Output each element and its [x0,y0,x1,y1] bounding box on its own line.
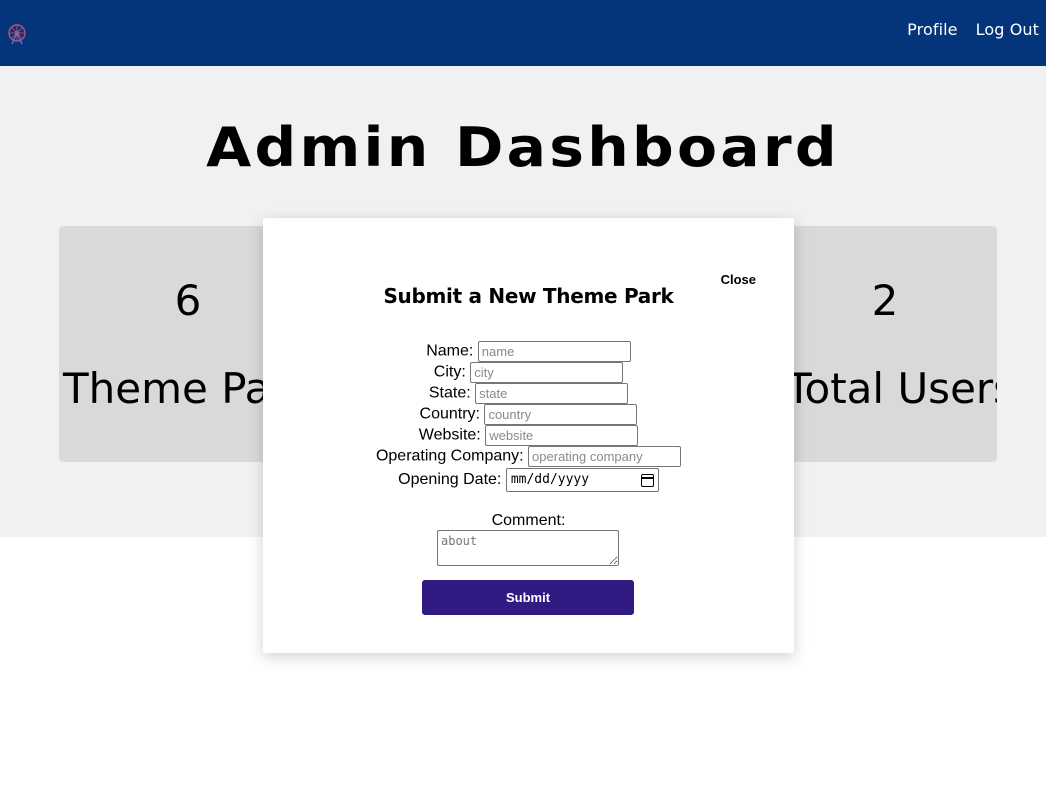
country-row: Country: [263,404,794,425]
date-placeholder: mm/dd/yyyy [510,472,590,487]
comment-textarea[interactable] [437,530,619,566]
page-title: Admin Dashboard [206,116,840,179]
stat-label-total-users: Total Users [786,364,997,413]
top-navbar: Profile Log Out [0,0,1046,66]
comment-label: Comment: [491,512,566,529]
state-row: State: [263,383,794,404]
modal-title: Submit a New Theme Park [383,284,674,308]
company-label: Operating Company: [375,447,524,465]
name-label: Name: [426,342,474,360]
website-label: Website: [418,426,481,444]
company-input[interactable] [528,446,682,467]
company-row: Operating Company: [263,446,794,467]
city-label: City: [433,363,466,381]
state-input[interactable] [475,383,629,404]
ferris-wheel-logo-icon[interactable] [6,23,28,45]
city-row: City: [263,362,794,383]
opening-date-label: Opening Date: [398,471,502,489]
country-label: Country: [419,405,480,423]
website-input[interactable] [485,425,639,446]
profile-link[interactable]: Profile [907,20,957,39]
name-input[interactable] [477,341,631,362]
name-row: Name: [263,341,794,362]
opening-date-input[interactable]: mm/dd/yyyy [505,468,659,492]
country-input[interactable] [484,404,638,425]
submit-button[interactable]: Submit [422,580,634,615]
website-row: Website: [263,425,794,446]
nav-links: Profile Log Out [889,20,1039,39]
stat-label-theme-parks: Theme Par [63,364,288,413]
calendar-icon[interactable] [640,474,654,487]
logout-link[interactable]: Log Out [976,20,1039,39]
city-input[interactable] [470,362,624,383]
state-label: State: [428,384,471,402]
opening-date-row: Opening Date: mm/dd/yyyy [263,468,794,492]
submit-theme-park-modal: Close Submit a New Theme Park Name: City… [263,218,794,653]
